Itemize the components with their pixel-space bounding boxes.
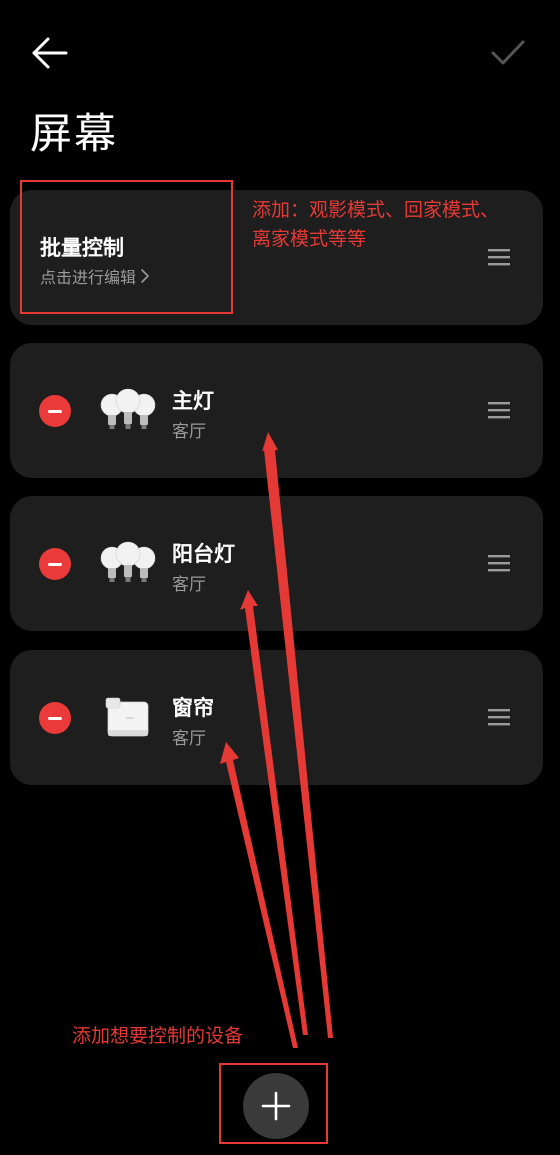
- device-name: 窗帘: [172, 696, 214, 720]
- annotation-note-add-devices: 添加想要控制的设备: [72, 1025, 244, 1047]
- annotation-note-modes: 添加：观影模式、回家模式、离家模式等等: [252, 199, 500, 250]
- device-card-balcony-light[interactable]: 阳台灯 客厅: [10, 496, 543, 631]
- remove-button[interactable]: [39, 702, 71, 734]
- device-card-curtain[interactable]: 窗帘 客厅: [10, 650, 543, 785]
- drag-handle-icon[interactable]: [488, 708, 510, 726]
- device-name: 阳台灯: [172, 542, 235, 566]
- arrow-left-icon: [32, 37, 68, 69]
- confirm-button[interactable]: [490, 36, 526, 70]
- device-room: 客厅: [172, 422, 206, 442]
- page-title: 屏幕: [30, 109, 119, 158]
- device-room: 客厅: [172, 575, 206, 595]
- curtain-motor-icon: [105, 697, 149, 737]
- checkmark-icon: [491, 40, 525, 65]
- device-name: 主灯: [172, 389, 214, 413]
- device-card-main-light[interactable]: 主灯 客厅: [10, 343, 543, 478]
- back-button[interactable]: [28, 34, 72, 72]
- annotation-arrow-curtain: [220, 742, 298, 1048]
- bulbs-icon: [100, 388, 156, 429]
- device-room: 客厅: [172, 729, 206, 749]
- bulbs-icon: [100, 541, 156, 582]
- drag-handle-icon[interactable]: [488, 554, 510, 572]
- remove-button[interactable]: [39, 548, 71, 580]
- remove-button[interactable]: [39, 395, 71, 427]
- annotation-box-batch-control: [20, 180, 233, 314]
- drag-handle-icon[interactable]: [488, 401, 510, 419]
- annotation-box-add-button: [219, 1063, 328, 1144]
